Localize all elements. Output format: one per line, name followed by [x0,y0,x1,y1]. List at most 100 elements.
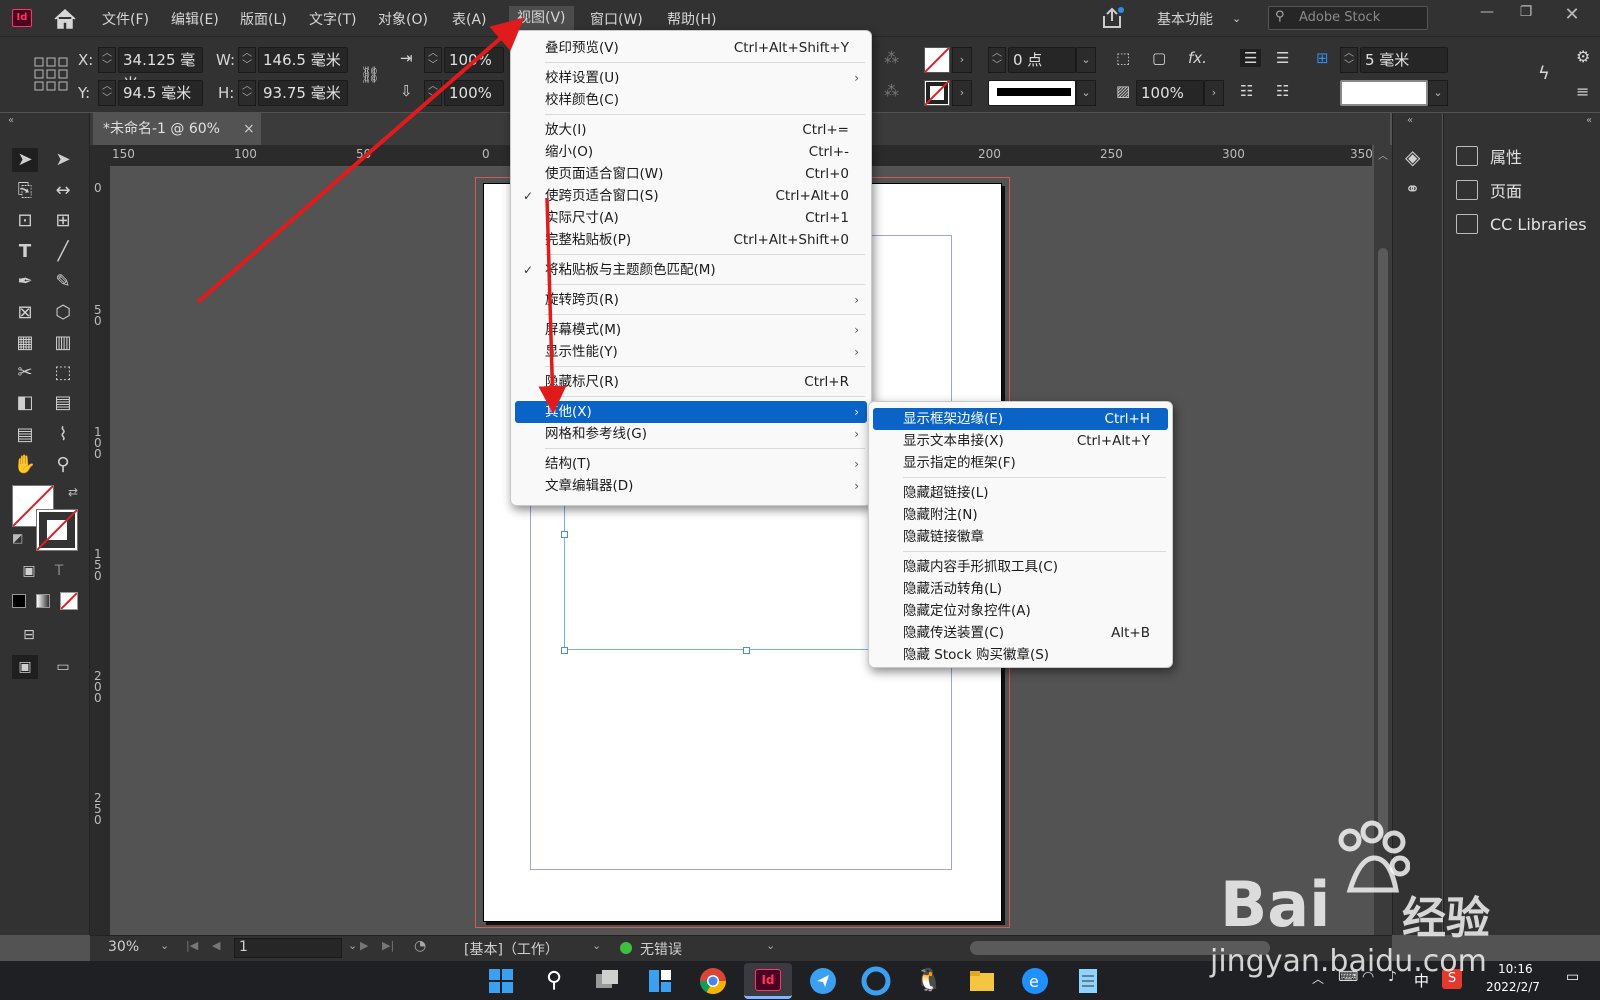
pencil-tool-icon[interactable]: ✎ [50,270,76,294]
object-style-dropdown[interactable]: ⌄ [1428,80,1448,106]
preview-mode-icon[interactable]: ▭ [50,655,76,679]
other_submenu-menu-item[interactable]: 隐藏超链接(L) [873,482,1168,504]
quick-apply-icon[interactable]: ϟ [1538,63,1550,84]
qq-browser-icon[interactable] [861,966,891,996]
zoom-dropdown-icon[interactable]: ⌄ [160,939,169,952]
note-tool-icon[interactable]: ▤ [12,423,38,447]
vertical-ruler[interactable]: 0 5 0 1 0 0 1 5 0 2 0 0 2 5 0 [90,145,110,935]
drop-shadow-icon[interactable]: ▢ [1152,49,1166,67]
content-placer-icon[interactable]: ⊞ [50,209,76,233]
selection-tool-icon[interactable]: ➤ [12,148,38,172]
w-field[interactable]: 146.5 毫米 [258,47,348,73]
polygon-tool-icon[interactable]: ⬡ [50,301,76,325]
indesign-taskbar-icon[interactable]: Id [744,963,792,999]
layers-icon[interactable]: ◈ [1405,145,1420,169]
document-tab[interactable]: *未命名-1 @ 60% × [93,113,261,145]
next-page-icon[interactable]: ▶ [360,939,368,952]
menu-help[interactable]: 帮助(H) [667,9,716,29]
prev-page-icon[interactable]: ◀ [212,939,220,952]
menu-edit[interactable]: 编辑(E) [171,9,219,29]
links-icon[interactable]: ⚭ [1405,179,1420,200]
settings-gear-icon[interactable]: ⚙ [1576,47,1590,66]
ie-browser-icon[interactable]: e [1020,966,1050,996]
effects-icon[interactable]: fx. [1188,49,1207,67]
w-stepper[interactable]: ︿ ﹀ [238,47,256,73]
stroke-color-swatch[interactable] [36,509,78,551]
taskbar-search-icon[interactable]: ⚲ [539,966,569,996]
view_menu-menu-item[interactable]: 屏幕模式(M) › [515,319,867,341]
panel-menu-icon[interactable]: ≡ [1576,82,1589,101]
object-style-field[interactable] [1340,80,1428,106]
profile-dropdown-icon[interactable]: ⌄ [592,939,601,952]
gradient-swatch-tool-icon[interactable]: ◧ [12,391,38,415]
expand-dock-icon[interactable]: « [1407,115,1413,126]
frame-handle[interactable] [561,531,568,538]
page-dropdown-icon[interactable]: ⌄ [348,939,357,952]
menu-view[interactable]: 视图(V) [509,6,574,31]
frame-handle[interactable] [743,647,750,654]
notification-icon[interactable]: ▭ [1566,969,1579,985]
apply-color-icon[interactable] [12,594,26,608]
y-stepper[interactable]: ︿ ﹀ [98,80,116,106]
file-explorer-icon[interactable] [967,966,997,996]
view_menu-menu-item[interactable]: 校样设置(U) › [515,67,867,89]
close-icon[interactable]: ✕ [1557,4,1587,26]
table-tool-icon[interactable]: ▦ [12,331,38,355]
x-field[interactable]: 34.125 毫米 [118,47,203,93]
view_menu-menu-item[interactable]: 完整粘贴板(P) Ctrl+Alt+Shift+0 [515,229,867,251]
view_menu-menu-item[interactable]: ✓ 使跨页适合窗口(S) Ctrl+Alt+0 [515,185,867,207]
view_menu-menu-item[interactable]: ✓ 将粘贴板与主题颜色匹配(M) [515,259,867,281]
formatting-text-icon[interactable]: T [46,559,72,583]
stroke-weight-field[interactable]: 0 点 [1008,47,1076,73]
view_menu-menu-item[interactable]: 使页面适合窗口(W) Ctrl+0 [515,163,867,185]
scale-x-stepper[interactable]: ︿ ﹀ [424,47,442,73]
view_menu-menu-item[interactable]: 结构(T) › [515,453,867,475]
reference-point-icon[interactable] [34,57,68,91]
panel-pages[interactable]: 页面 [1456,175,1522,205]
error-dropdown-icon[interactable]: ⌄ [766,939,775,952]
line-tool-icon[interactable]: ╱ [50,240,76,264]
default-colors-icon[interactable]: ◩ [12,531,23,545]
gap-stepper[interactable]: ︿ ﹀ [1340,47,1358,73]
gradient-feather-tool-icon[interactable]: ▤ [50,391,76,415]
view_menu-menu-item[interactable]: 其他(X) › [515,401,867,423]
preflight-icon[interactable]: ◔ [414,938,426,954]
h-field[interactable]: 93.75 毫米 [258,80,348,106]
menu-type[interactable]: 文字(T) [309,9,356,29]
screen-mode-icon[interactable]: ⊟ [16,623,42,647]
formatting-container-icon[interactable]: ▣ [16,559,42,583]
zoom-tool-icon[interactable]: ⚲ [50,453,76,477]
view_menu-menu-item[interactable]: 校样颜色(C) [515,89,867,111]
view_menu-menu-item[interactable]: 缩小(O) Ctrl+- [515,141,867,163]
opacity-dropdown[interactable]: › [1204,80,1224,106]
apply-none-icon[interactable] [60,592,78,610]
rectangle-frame-tool-icon[interactable]: ⊠ [12,301,38,325]
opacity-field[interactable]: 100% [1136,80,1204,106]
menu-object[interactable]: 对象(O) [378,9,428,29]
eyedropper-tool-icon[interactable]: ⌇ [50,423,76,447]
view_menu-menu-item[interactable]: 网格和参考线(G) › [515,423,867,445]
menu-table[interactable]: 表(A) [452,9,487,29]
normal-view-icon[interactable]: ▣ [12,655,38,679]
preflight-profile[interactable]: [基本]（工作） [464,939,559,959]
stroke-swatch[interactable] [924,80,950,106]
distribute-spacing-icon[interactable]: ☷ [1276,82,1289,100]
other_submenu-menu-item[interactable]: 隐藏 Stock 购买徽章(S) [873,644,1168,666]
qq-icon[interactable]: 🐧 [914,966,944,996]
scale-y-stepper[interactable]: ︿ ﹀ [424,80,442,106]
workspace-switcher[interactable]: 基本功能 [1157,9,1213,29]
stroke-dropdown[interactable]: › [952,80,972,106]
frame-fitting-icon[interactable]: ⬚ [1116,49,1130,67]
menu-file[interactable]: 文件(F) [102,9,149,29]
chevron-down-icon[interactable]: ⌄ [1232,12,1241,25]
restore-icon[interactable]: ❐ [1511,4,1541,26]
stock-search-input[interactable]: ⚲ Adobe Stock [1268,6,1428,30]
frame-handle[interactable] [561,647,568,654]
close-tab-icon[interactable]: × [243,113,255,145]
widgets-icon[interactable] [645,966,675,996]
h-stepper[interactable]: ︿ ﹀ [238,80,256,106]
swap-colors-icon[interactable]: ⇄ [68,485,78,499]
type-tool-icon[interactable]: T [12,240,38,264]
other_submenu-menu-item[interactable]: 隐藏传送装置(C) Alt+B [873,622,1168,644]
scissors-tool-icon[interactable]: ✂ [12,361,38,385]
